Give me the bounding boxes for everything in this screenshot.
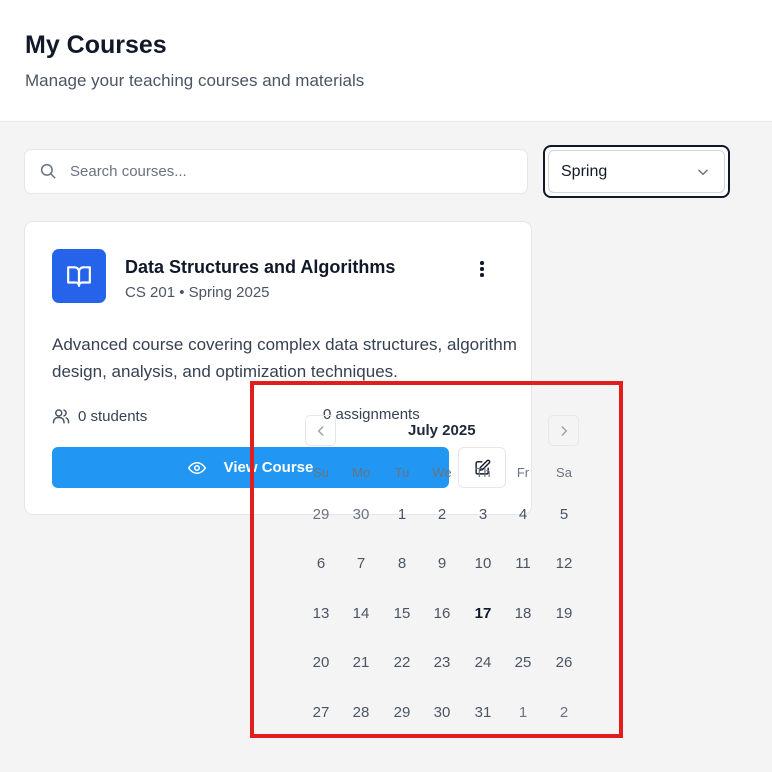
search-input[interactable] — [70, 150, 510, 193]
course-meta: CS 201 • Spring 2025 — [125, 284, 270, 301]
calendar-day[interactable]: 6 — [303, 555, 339, 577]
calendar-day[interactable]: 7 — [343, 555, 379, 577]
chevron-down-icon — [698, 169, 708, 176]
course-description: Advanced course covering complex data st… — [52, 335, 517, 381]
term-select-value: Spring — [561, 163, 608, 180]
calendar-day[interactable]: 1 — [384, 506, 420, 528]
search-box — [24, 149, 528, 194]
more-options-button[interactable] — [471, 258, 493, 280]
page-title: My Courses — [25, 31, 167, 59]
students-count: 0 students — [52, 406, 147, 426]
page-header: My Courses Manage your teaching courses … — [0, 0, 772, 122]
calendar-day[interactable]: 29 — [384, 704, 420, 726]
weekday-header: Mo — [351, 465, 371, 480]
course-title[interactable]: Data Structures and Algorithms — [125, 257, 395, 278]
weekday-header: Fr — [516, 465, 530, 480]
chevron-left-icon — [317, 425, 323, 436]
calendar-day[interactable]: 8 — [384, 555, 420, 577]
calendar-day[interactable]: 2 — [424, 506, 460, 528]
calendar-day[interactable]: 30 — [424, 704, 460, 726]
calendar-day[interactable]: 25 — [505, 654, 541, 676]
book-open-icon — [67, 266, 91, 287]
calendar-day[interactable]: 19 — [546, 605, 582, 627]
calendar-day[interactable]: 13 — [303, 605, 339, 627]
next-month-button[interactable] — [548, 415, 579, 446]
course-icon-tile — [52, 249, 106, 303]
calendar-day[interactable]: 31 — [465, 704, 501, 726]
calendar-day[interactable]: 2 — [546, 704, 582, 726]
calendar-day-today[interactable]: 17 — [465, 605, 501, 627]
weekday-header: Su — [313, 465, 329, 480]
users-icon — [52, 409, 70, 424]
more-vertical-icon — [480, 261, 484, 265]
prev-month-button[interactable] — [305, 415, 336, 446]
calendar-day[interactable]: 4 — [505, 506, 541, 528]
students-label: 0 students — [78, 407, 148, 425]
more-vertical-icon-dot — [480, 273, 484, 277]
calendar-day[interactable]: 30 — [343, 506, 379, 528]
calendar-day[interactable]: 18 — [505, 605, 541, 627]
calendar-month-label: July 2025 — [408, 422, 476, 439]
calendar-day[interactable]: 28 — [343, 704, 379, 726]
calendar-day[interactable]: 22 — [384, 654, 420, 676]
eye-icon — [187, 461, 206, 474]
calendar-day[interactable]: 27 — [303, 704, 339, 726]
calendar-day[interactable]: 24 — [465, 654, 501, 676]
calendar-day[interactable]: 20 — [303, 654, 339, 676]
calendar-day[interactable]: 21 — [343, 654, 379, 676]
weekday-header: Th — [475, 465, 491, 480]
calendar-day[interactable]: 12 — [546, 555, 582, 577]
calendar-day[interactable]: 5 — [546, 506, 582, 528]
calendar-day[interactable]: 23 — [424, 654, 460, 676]
page-subtitle: Manage your teaching courses and materia… — [25, 71, 365, 90]
calendar-day[interactable]: 1 — [505, 704, 541, 726]
weekday-header: Sa — [556, 465, 572, 480]
calendar-day[interactable]: 14 — [343, 605, 379, 627]
calendar-day[interactable]: 11 — [505, 555, 541, 577]
term-select[interactable]: Spring — [543, 145, 730, 198]
search-icon — [40, 163, 56, 179]
calendar-day[interactable]: 16 — [424, 605, 460, 627]
calendar-day[interactable]: 10 — [465, 555, 501, 577]
calendar-day[interactable]: 9 — [424, 555, 460, 577]
weekday-header: We — [432, 465, 452, 480]
calendar-day[interactable]: 15 — [384, 605, 420, 627]
chevron-right-icon — [561, 425, 567, 436]
weekday-header: Tu — [394, 465, 410, 480]
calendar-day[interactable]: 29 — [303, 506, 339, 528]
calendar-day[interactable]: 3 — [465, 506, 501, 528]
more-vertical-icon-dot — [480, 267, 484, 271]
calendar-day[interactable]: 26 — [546, 654, 582, 676]
